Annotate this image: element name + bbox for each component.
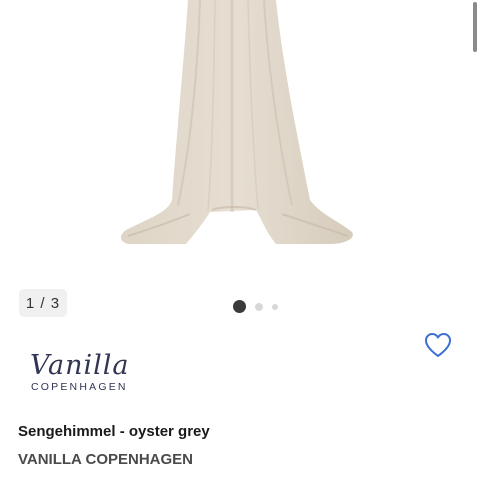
product-image-canopy[interactable] <box>0 0 480 285</box>
page-scrollbar[interactable] <box>473 2 477 52</box>
product-title: Sengehimmel - oyster grey <box>18 423 210 440</box>
brand-logo: Vanilla COPENHAGEN <box>26 351 136 396</box>
image-counter-text: 1 / 3 <box>25 294 61 312</box>
carousel-dot-1[interactable] <box>233 300 246 313</box>
wishlist-heart-icon[interactable] <box>423 331 453 359</box>
carousel-dot-3[interactable] <box>272 303 278 310</box>
carousel-dot-2[interactable] <box>255 302 263 311</box>
product-detail-screen: 1 / 3 Vanilla COPENHAGEN Sengehimmel - o… <box>0 0 480 480</box>
image-counter: 1 / 3 <box>19 289 67 317</box>
carousel-pagination <box>233 300 278 313</box>
brand-logo-script: Vanilla <box>30 350 130 381</box>
brand-logo-subtitle: COPENHAGEN <box>31 381 128 393</box>
product-brand-link[interactable]: VANILLA COPENHAGEN <box>18 451 193 469</box>
